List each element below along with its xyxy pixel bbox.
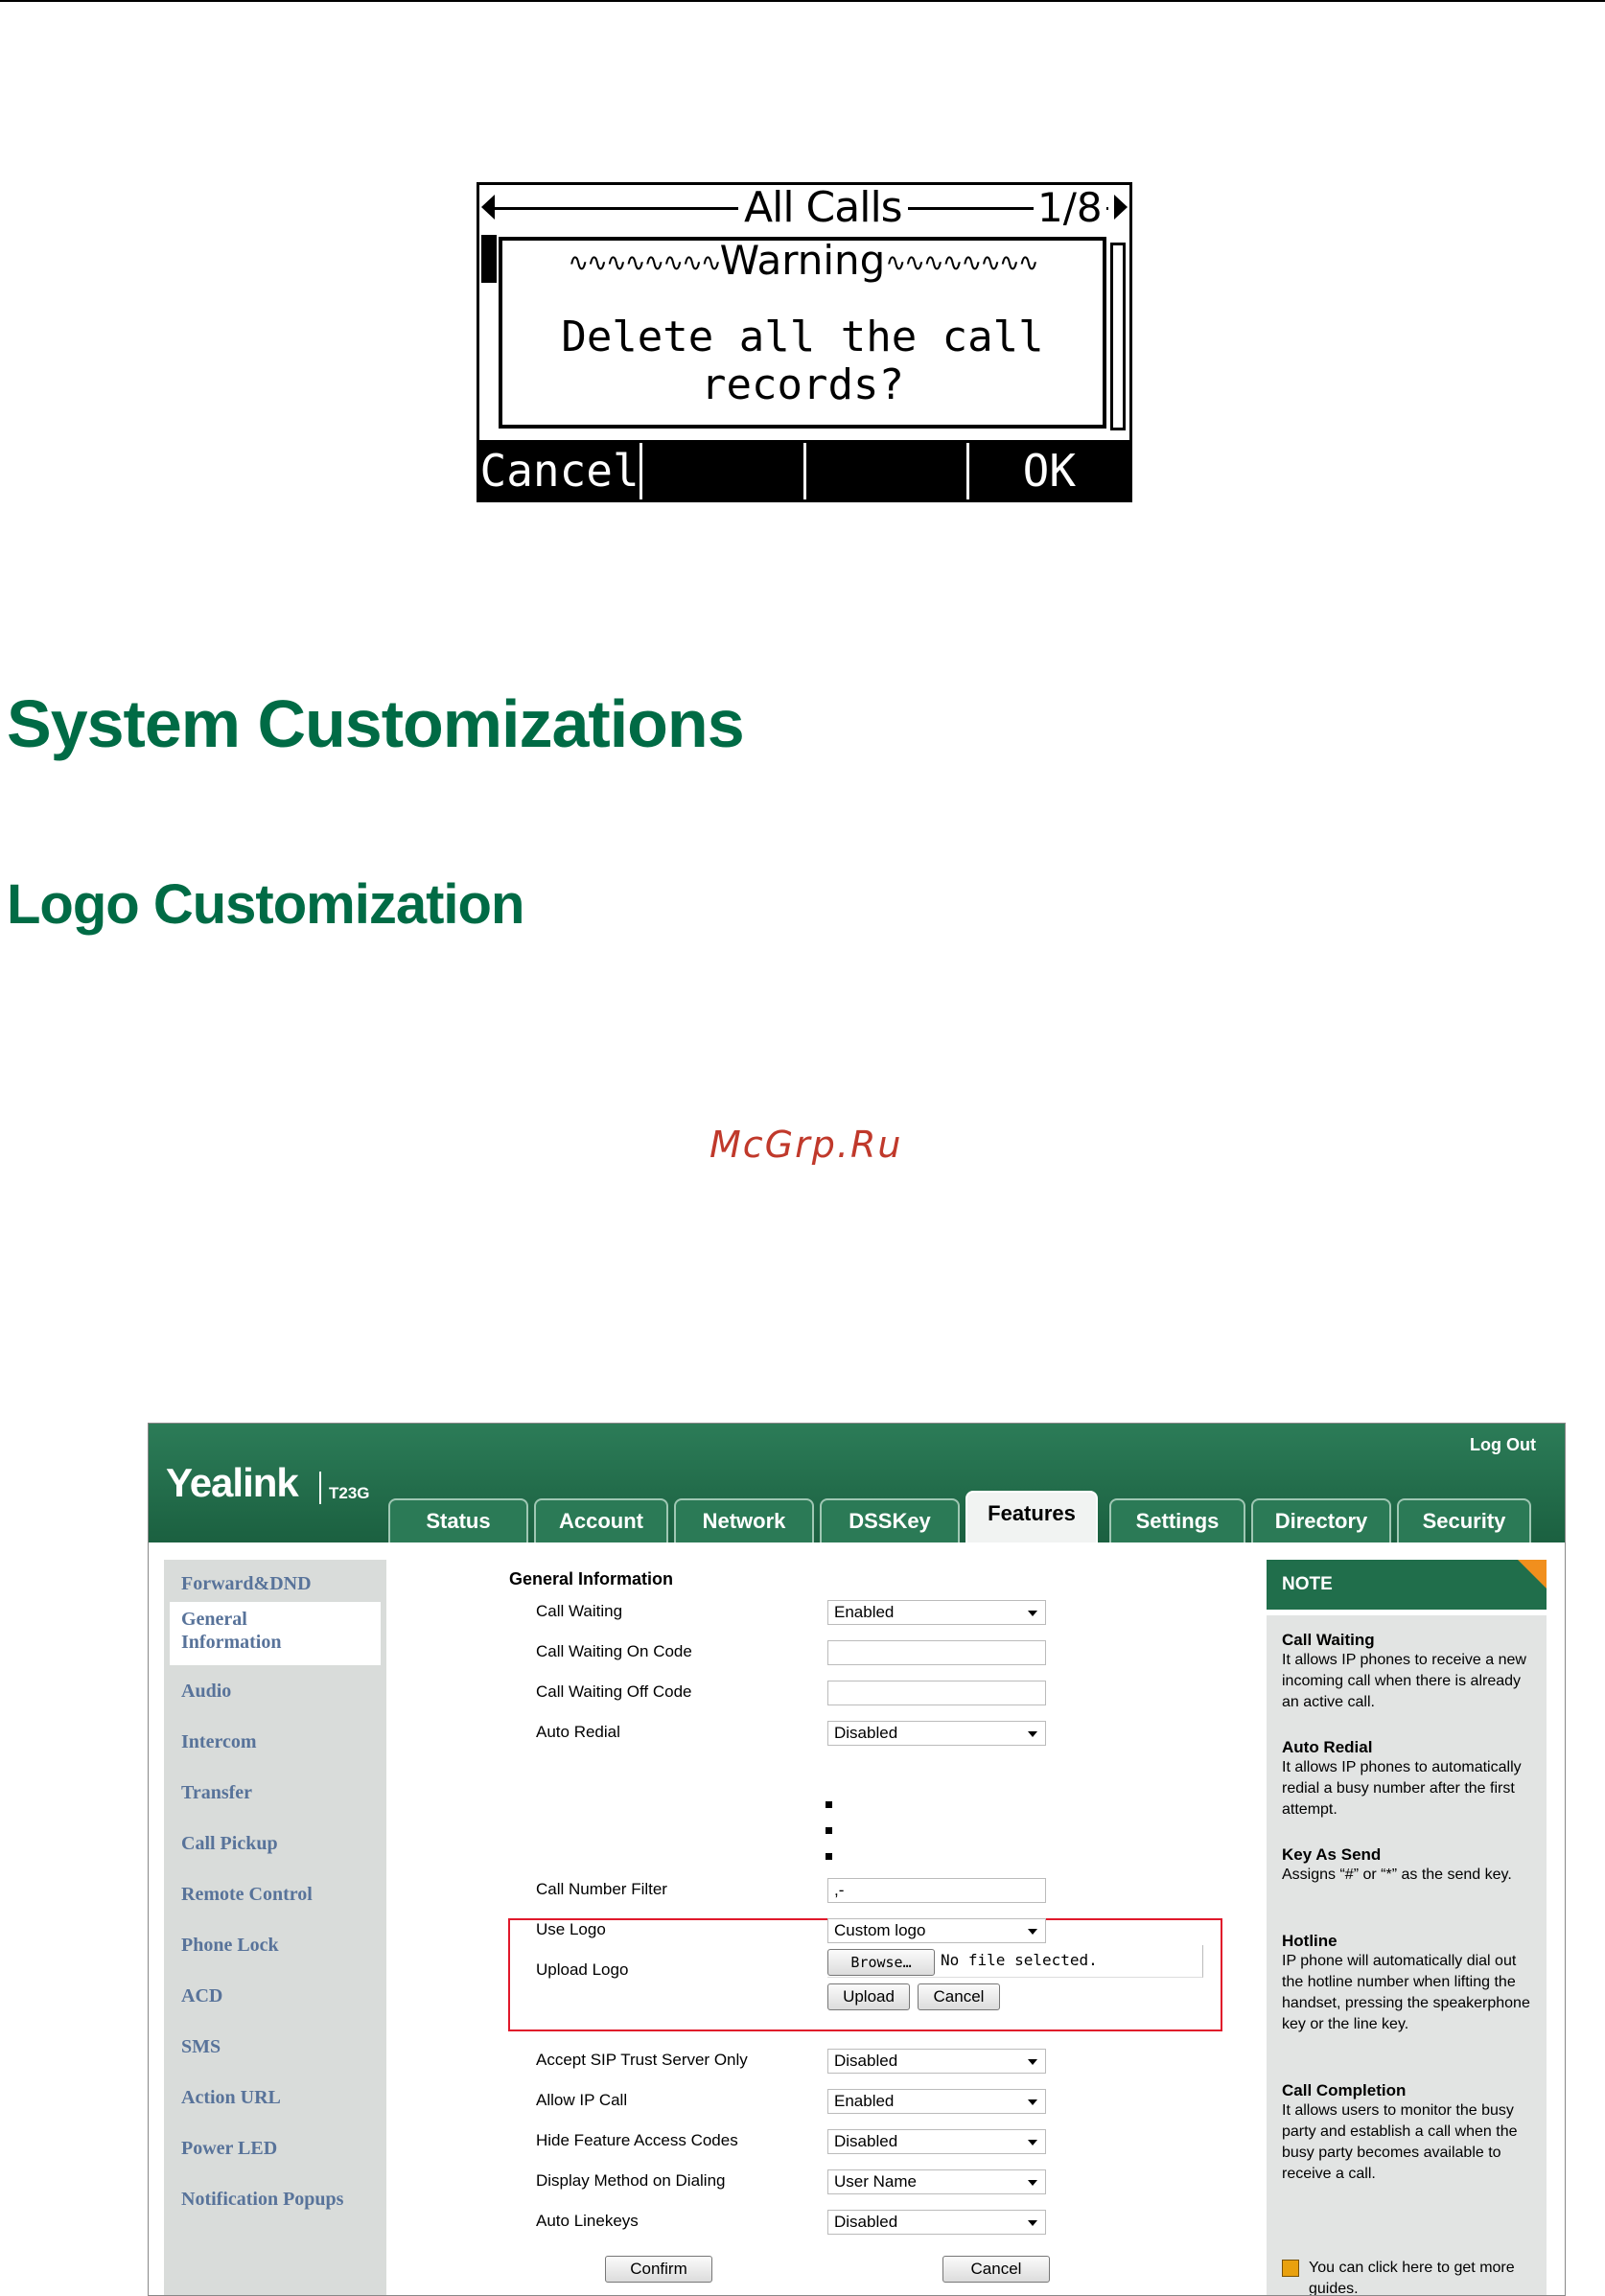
top-rule — [0, 0, 1605, 2]
ellipsis-dot — [826, 1827, 832, 1834]
note-guide-link[interactable]: You can click here to get more guides. — [1309, 2258, 1535, 2295]
accept-sip-label: Accept SIP Trust Server Only — [536, 2051, 748, 2069]
heading-system-customizations: System Customizations — [7, 686, 745, 761]
wave-decoration-icon: ∿∿∿∿∿∿∿∿ — [885, 248, 1038, 278]
warning-dialog-header: ∿∿∿∿∿∿∿∿Warning∿∿∿∿∿∿∿∿ — [502, 241, 1103, 283]
logout-link[interactable]: Log Out — [1470, 1435, 1536, 1455]
display-method-select[interactable]: User Name — [827, 2169, 1046, 2194]
phone-lcd-screen: All Calls 1/8 ∿∿∿∿∿∿∿∿Warning∿∿∿∿∿∿∿∿ De… — [477, 182, 1132, 502]
note-title-auto-redial: Auto Redial — [1282, 1738, 1373, 1756]
softkey-ok[interactable]: OK — [968, 443, 1129, 499]
tab-security[interactable]: Security — [1397, 1498, 1531, 1542]
sidebar-item-notification-popups[interactable]: Notification Popups — [181, 2189, 343, 2211]
note-text-auto-redial: It allows IP phones to automatically red… — [1282, 1759, 1522, 1818]
auto-linekeys-select[interactable]: Disabled — [827, 2210, 1046, 2235]
lcd-page-indicator: 1/8 — [1034, 187, 1106, 229]
tab-account[interactable]: Account — [534, 1498, 668, 1542]
use-logo-label: Use Logo — [536, 1920, 606, 1938]
wave-decoration-icon: ∿∿∿∿∿∿∿∿ — [568, 248, 721, 278]
call-waiting-select[interactable]: Enabled — [827, 1600, 1046, 1625]
use-logo-select[interactable]: Custom logo — [827, 1918, 1046, 1943]
lcd-selection-marker — [481, 235, 497, 283]
web-header: Yealink T23G Log Out Status Account Netw… — [149, 1424, 1565, 1542]
sidebar-item-intercom[interactable]: Intercom — [181, 1731, 257, 1753]
warning-title: Warning — [719, 241, 886, 283]
call-number-filter-label: Call Number Filter — [536, 1880, 667, 1898]
note-title-key-as-send: Key As Send — [1282, 1845, 1382, 1864]
sidebar-item-remote-control[interactable]: Remote Control — [181, 1884, 313, 1906]
tab-status[interactable]: Status — [388, 1498, 528, 1542]
warning-dialog: ∿∿∿∿∿∿∿∿Warning∿∿∿∿∿∿∿∿ Delete all the c… — [499, 237, 1106, 429]
note-text-hotline: IP phone will automatically dial out the… — [1282, 1953, 1530, 2032]
lcd-scrollbar — [1110, 243, 1126, 430]
softkey-empty-2[interactable] — [642, 443, 806, 499]
auto-linekeys-label: Auto Linekeys — [536, 2212, 639, 2230]
note-title-hotline: Hotline — [1282, 1932, 1338, 1950]
call-waiting-label: Call Waiting — [536, 1602, 623, 1620]
allow-ip-call-select[interactable]: Enabled — [827, 2089, 1046, 2114]
softkey-bar: Cancel OK — [479, 440, 1129, 499]
auto-redial-select[interactable]: Disabled — [827, 1721, 1046, 1746]
hide-fac-label: Hide Feature Access Codes — [536, 2131, 738, 2149]
no-file-selected-text: No file selected. — [941, 1951, 1098, 1969]
upload-button[interactable]: Upload — [827, 1983, 910, 2010]
note-corner-icon — [1518, 1560, 1547, 1589]
sidebar-item-call-pickup[interactable]: Call Pickup — [181, 1833, 278, 1855]
ellipsis-dot — [826, 1801, 832, 1808]
upload-cancel-button[interactable]: Cancel — [918, 1983, 1000, 2010]
sidebar-item-transfer[interactable]: Transfer — [181, 1782, 252, 1804]
warning-message: Delete all the call records? — [561, 313, 1044, 409]
sidebar-item-sms[interactable]: SMS — [181, 2036, 221, 2058]
yealink-logo: Yealink — [166, 1460, 299, 1505]
note-title-call-waiting: Call Waiting — [1282, 1631, 1375, 1649]
call-number-filter-input[interactable]: ,- — [827, 1878, 1046, 1903]
lcd-title-bar: All Calls 1/8 — [479, 185, 1129, 229]
softkey-empty-3[interactable] — [805, 443, 969, 499]
display-method-label: Display Method on Dialing — [536, 2171, 726, 2190]
cw-on-code-input[interactable] — [827, 1640, 1046, 1665]
left-arrow-icon — [481, 195, 495, 220]
watermark: McGrp.Ru — [709, 1124, 903, 1166]
right-arrow-icon — [1114, 195, 1128, 220]
upload-logo-label: Upload Logo — [536, 1960, 629, 1979]
tab-directory[interactable]: Directory — [1251, 1498, 1391, 1542]
allow-ip-call-label: Allow IP Call — [536, 2091, 628, 2109]
tab-settings[interactable]: Settings — [1109, 1498, 1245, 1542]
hide-fac-select[interactable]: Disabled — [827, 2129, 1046, 2154]
section-title: General Information — [509, 1569, 674, 1589]
sidebar-item-action-url[interactable]: Action URL — [181, 2087, 281, 2109]
lcd-title: All Calls — [738, 187, 908, 229]
sidebar-item-acd[interactable]: ACD — [181, 1985, 222, 2007]
note-text-call-completion: It allows users to monitor the busy part… — [1282, 2102, 1518, 2182]
tab-network[interactable]: Network — [674, 1498, 814, 1542]
tab-dsskey[interactable]: DSSKey — [820, 1498, 960, 1542]
ellipsis-dot — [826, 1853, 832, 1860]
cw-off-code-input[interactable] — [827, 1681, 1046, 1705]
yealink-web-ui-screenshot: Yealink T23G Log Out Status Account Netw… — [148, 1423, 1566, 2296]
note-text-key-as-send: Assigns “#” or “*” as the send key. — [1282, 1867, 1512, 1883]
cw-off-code-label: Call Waiting Off Code — [536, 1682, 692, 1701]
softkey-cancel[interactable]: Cancel — [479, 443, 643, 499]
sidebar-item-forward-dnd[interactable]: Forward&DND — [181, 1573, 312, 1595]
sidebar-item-audio[interactable]: Audio — [181, 1681, 231, 1703]
browse-button[interactable]: Browse… — [827, 1949, 935, 1976]
note-header: NOTE — [1267, 1560, 1547, 1610]
cw-on-code-label: Call Waiting On Code — [536, 1642, 692, 1660]
heading-logo-customization: Logo Customization — [7, 873, 524, 936]
sidebar-item-power-led[interactable]: Power LED — [181, 2138, 277, 2160]
note-text-call-waiting: It allows IP phones to receive a new inc… — [1282, 1652, 1526, 1710]
web-body: Forward&DND General Information Audio In… — [149, 1542, 1565, 2295]
guide-icon — [1282, 2260, 1299, 2277]
note-panel: Call Waiting It allows IP phones to rece… — [1267, 1615, 1547, 2295]
sidebar — [164, 1560, 386, 2295]
model-label: T23G — [319, 1472, 370, 1504]
sidebar-item-phone-lock[interactable]: Phone Lock — [181, 1935, 279, 1957]
tab-features[interactable]: Features — [965, 1491, 1098, 1542]
note-title-call-completion: Call Completion — [1282, 2081, 1407, 2099]
confirm-button[interactable]: Confirm — [605, 2256, 712, 2283]
auto-redial-label: Auto Redial — [536, 1723, 620, 1741]
sidebar-item-general-information[interactable]: General Information — [181, 1608, 335, 1654]
cancel-button[interactable]: Cancel — [942, 2256, 1050, 2283]
accept-sip-select[interactable]: Disabled — [827, 2049, 1046, 2074]
